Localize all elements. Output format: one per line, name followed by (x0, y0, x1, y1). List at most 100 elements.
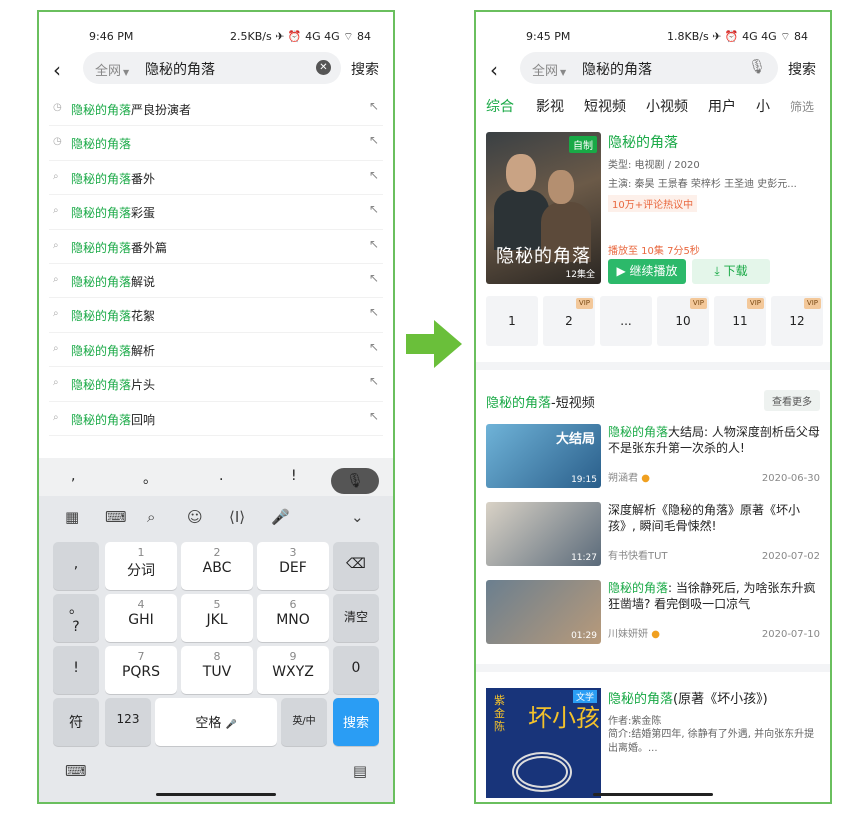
tab-film[interactable]: 影视 (536, 96, 564, 116)
punct-key[interactable]: , (71, 468, 75, 484)
search-query[interactable]: 隐秘的角落 (582, 59, 652, 79)
episode-button[interactable]: 12 VIP (771, 296, 823, 346)
microphone-icon[interactable]: 🎙 (748, 59, 766, 75)
book-cover[interactable]: 紫金陈 坏小孩 文学 (486, 688, 601, 798)
show-title[interactable]: 隐秘的角落 (608, 132, 820, 152)
show-poster[interactable]: 自制 隐秘的角落 12集全 (486, 132, 601, 284)
fill-query-arrow-icon[interactable]: ↖ (369, 168, 379, 182)
video-item[interactable]: 大结局 19:15 隐秘的角落大结局: 人物深度剖析岳父母不是张东升第一次杀的人… (486, 424, 820, 488)
punct-key[interactable]: 。 (143, 468, 157, 488)
video-item[interactable]: 11:27 深度解析《隐秘的角落》原著《坏小孩》, 瞬间毛骨悚然! 有书快看TU… (486, 502, 820, 566)
collapse-keyboard-icon[interactable]: ⌄ (351, 508, 364, 526)
key-9[interactable]: 9 WXYZ (257, 646, 329, 694)
back-icon[interactable]: ‹ (490, 58, 498, 82)
video-title[interactable]: 隐秘的角落大结局: 人物深度剖析岳父母不是张东升第一次杀的人! (608, 424, 820, 456)
key-6[interactable]: 6 MNO (257, 594, 329, 642)
key-0[interactable]: 0 (333, 646, 379, 694)
clipboard-icon[interactable]: ▤ (353, 762, 367, 780)
video-thumbnail[interactable]: 大结局 19:15 (486, 424, 601, 488)
search-button[interactable]: 搜索 (788, 59, 816, 79)
tab-mini-video[interactable]: 小视频 (646, 96, 688, 116)
fill-query-arrow-icon[interactable]: ↖ (369, 340, 379, 354)
video-thumbnail[interactable]: 11:27 (486, 502, 601, 566)
keyboard-search-button[interactable]: 搜索 (333, 698, 379, 746)
key-5[interactable]: 5 JKL (181, 594, 253, 642)
scope-dropdown[interactable]: 全网 ▼ (95, 60, 129, 79)
backspace-key[interactable]: ⌫ (333, 542, 379, 590)
tab-short-video[interactable]: 短视频 (584, 96, 626, 116)
continue-play-button[interactable]: ▶ 继续播放 (608, 259, 686, 284)
video-thumbnail[interactable]: 01:29 (486, 580, 601, 644)
microphone-icon[interactable]: 🎤 (271, 508, 290, 526)
video-author[interactable]: 川妹妍妍 ● (608, 625, 660, 640)
symbol-key[interactable]: 符 (53, 698, 99, 746)
number-key[interactable]: 123 (105, 698, 151, 746)
fill-query-arrow-icon[interactable]: ↖ (369, 305, 379, 319)
episode-button[interactable]: 1 (486, 296, 538, 346)
search-button[interactable]: 搜索 (351, 59, 379, 79)
search-input[interactable]: 全网 ▼ 隐秘的角落 🎙 (520, 52, 778, 84)
filter-button[interactable]: 筛选 (790, 98, 814, 115)
punct-key[interactable]: ! (291, 468, 297, 484)
emoji-icon[interactable]: ☺ (187, 508, 203, 526)
fill-query-arrow-icon[interactable]: ↖ (369, 99, 379, 113)
suggestion-item[interactable]: ⌕ 隐秘的角落解说 ↖ (49, 264, 383, 299)
search-icon[interactable]: ⌕ (147, 508, 155, 526)
suggestion-item[interactable]: ⌕ 隐秘的角落番外 ↖ (49, 161, 383, 196)
key-7[interactable]: 7 PQRS (105, 646, 177, 694)
search-input[interactable]: 全网 ▼ 隐秘的角落 ✕ (83, 52, 341, 84)
tab-users[interactable]: 用户 (708, 96, 736, 116)
key-1[interactable]: 1 分词 (105, 542, 177, 590)
episode-button[interactable]: ... (600, 296, 652, 346)
key-comma[interactable]: , (53, 542, 99, 590)
back-icon[interactable]: ‹ (53, 58, 61, 82)
punct-key[interactable]: . (219, 468, 223, 484)
suggestion-item[interactable]: ⌕ 隐秘的角落解析 ↖ (49, 333, 383, 368)
key-period-question[interactable]: 。 ? (53, 594, 99, 642)
key-2[interactable]: 2 ABC (181, 542, 253, 590)
episode-button[interactable]: 10 VIP (657, 296, 709, 346)
video-author[interactable]: 朔涵君 ● (608, 469, 650, 484)
video-title[interactable]: 隐秘的角落: 当徐静死后, 为啥张东升疯狂凿墙? 看完倒吸一口凉气 (608, 580, 820, 612)
voice-input-icon[interactable]: 🎙 (331, 468, 379, 494)
space-key[interactable]: 空格 🎤 (155, 698, 277, 746)
key-exclamation[interactable]: ! (53, 646, 99, 694)
key-8[interactable]: 8 TUV (181, 646, 253, 694)
clear-icon[interactable]: ✕ (316, 60, 331, 75)
key-4[interactable]: 4 GHI (105, 594, 177, 642)
clear-key[interactable]: 清空 (333, 594, 379, 642)
cursor-icon[interactable]: ⟨I⟩ (229, 508, 245, 526)
fill-query-arrow-icon[interactable]: ↖ (369, 374, 379, 388)
suggestion-item[interactable]: ⌕ 隐秘的角落番外篇 ↖ (49, 230, 383, 264)
suggestion-item[interactable]: ◷ 隐秘的角落 ↖ (49, 126, 383, 161)
suggestion-item[interactable]: ⌕ 隐秘的角落片头 ↖ (49, 367, 383, 402)
language-switch-key[interactable]: 英/中 (281, 698, 327, 746)
episode-button[interactable]: 11 VIP (714, 296, 766, 346)
fill-query-arrow-icon[interactable]: ↖ (369, 237, 379, 251)
fill-query-arrow-icon[interactable]: ↖ (369, 409, 379, 423)
search-query[interactable]: 隐秘的角落 (145, 59, 215, 79)
key-3[interactable]: 3 DEF (257, 542, 329, 590)
fill-query-arrow-icon[interactable]: ↖ (369, 133, 379, 147)
keyboard-switch-icon[interactable]: ⌨ (65, 762, 87, 780)
scope-dropdown[interactable]: 全网 ▼ (532, 60, 566, 79)
fill-query-arrow-icon[interactable]: ↖ (369, 271, 379, 285)
download-button[interactable]: ⤓ 下载 (692, 259, 770, 284)
book-item[interactable]: 紫金陈 坏小孩 文学 隐秘的角落(原著《坏小孩》) 作者:紫金陈 简介:结婚第四… (486, 688, 820, 798)
keyboard-layout-icon[interactable]: ⌨ (105, 508, 127, 526)
see-more-button[interactable]: 查看更多 (764, 390, 820, 411)
tab-more[interactable]: 小 (756, 96, 770, 116)
suggestion-item[interactable]: ◷ 隐秘的角落严良扮演者 ↖ (49, 92, 383, 127)
video-title[interactable]: 深度解析《隐秘的角落》原著《坏小孩》, 瞬间毛骨悚然! (608, 502, 820, 534)
status-indicators: 1.8KB/s ✈ ⏰ 4G 4G ⌔ 84 (667, 30, 808, 43)
episode-button[interactable]: 2 VIP (543, 296, 595, 346)
grid-icon[interactable]: ▦ (65, 508, 79, 526)
suggestion-item[interactable]: ⌕ 隐秘的角落彩蛋 ↖ (49, 195, 383, 230)
fill-query-arrow-icon[interactable]: ↖ (369, 202, 379, 216)
suggestion-item[interactable]: ⌕ 隐秘的角落回响 ↖ (49, 402, 383, 436)
tab-all[interactable]: 综合 (486, 96, 514, 116)
suggestion-item[interactable]: ⌕ 隐秘的角落花絮 ↖ (49, 298, 383, 333)
book-title[interactable]: 隐秘的角落(原著《坏小孩》) (608, 688, 768, 707)
video-author[interactable]: 有书快看TUT (608, 547, 668, 562)
video-item[interactable]: 01:29 隐秘的角落: 当徐静死后, 为啥张东升疯狂凿墙? 看完倒吸一口凉气 … (486, 580, 820, 644)
